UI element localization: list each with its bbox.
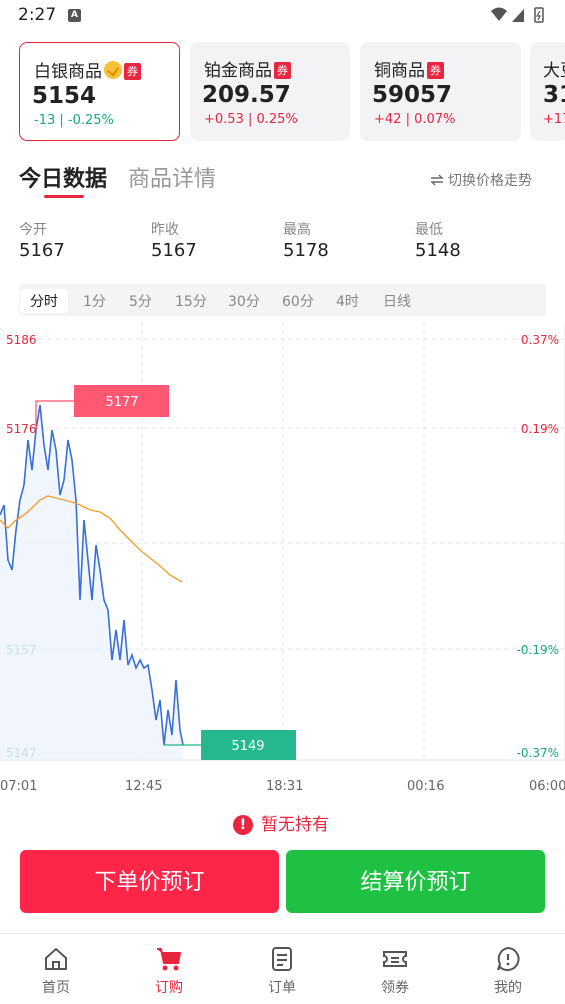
card-name: 铜商品券: [374, 56, 444, 81]
x-tick: 07:01: [0, 779, 38, 794]
nav-profile[interactable]: 我的: [468, 945, 548, 997]
product-card-copper[interactable]: 铜商品券 59057 +42 | 0.07%: [360, 42, 521, 141]
nav-coupons[interactable]: 领券: [355, 945, 435, 997]
status-icons: [491, 7, 544, 23]
switch-trend-label: 切换价格走势: [448, 173, 532, 189]
high-price-marker-label: 5177: [105, 395, 138, 410]
product-card-platinum[interactable]: 铂金商品券 209.57 +0.53 | 0.25%: [190, 42, 350, 141]
stat-open-label: 今开: [19, 222, 47, 238]
no-holdings-text: 暂无持有: [261, 815, 329, 835]
y-tick-right: 0.37%: [521, 333, 559, 347]
card-change: -13 | -0.25%: [34, 113, 114, 128]
app-root: 2:27 A 白银商品券 5154 -13 | -0.25% 铂金商品券 209…: [0, 0, 565, 1004]
x-tick: 12:45: [125, 779, 163, 794]
status-time: 2:27: [18, 5, 57, 25]
nav-divider: [0, 933, 565, 934]
nav-home[interactable]: 首页: [16, 945, 96, 997]
alert-icon: !: [233, 815, 253, 835]
nav-coupons-label: 领券: [381, 980, 409, 996]
card-change: +17: [543, 112, 565, 127]
product-card-silver[interactable]: 白银商品券 5154 -13 | -0.25%: [19, 42, 180, 141]
x-tick: 00:16: [407, 779, 445, 794]
period-tab-4h[interactable]: 4时: [336, 291, 359, 311]
card-name: 大豆: [543, 61, 565, 81]
period-tab-60min[interactable]: 60分: [282, 291, 314, 311]
settlement-price-booking-button[interactable]: 结算价预订: [286, 850, 545, 913]
coupon-badge: 券: [124, 63, 141, 80]
tab-active-indicator: [44, 195, 84, 198]
period-tab-daily[interactable]: 日线: [383, 291, 411, 311]
price-area: [0, 405, 183, 760]
wifi-icon: [491, 7, 507, 21]
medal-icon: [104, 61, 122, 79]
period-tab-timeshare[interactable]: 分时: [20, 289, 68, 313]
tab-today-data[interactable]: 今日数据: [19, 161, 107, 193]
card-name: 铂金商品券: [204, 56, 291, 81]
stat-high-value: 5178: [283, 240, 329, 261]
stat-high-label: 最高: [283, 222, 311, 238]
card-name: 白银商品券: [34, 57, 141, 82]
profile-icon: [497, 946, 520, 971]
no-holdings-notice: ! 暂无持有: [233, 810, 329, 835]
nav-order-purchase[interactable]: 订购: [129, 945, 209, 997]
card-change: +42 | 0.07%: [374, 112, 456, 127]
coupon-icon: [383, 951, 407, 967]
y-tick-right: -0.37%: [517, 746, 559, 760]
y-tick-right: 0.19%: [521, 422, 559, 436]
y-tick-left: 5176: [6, 422, 37, 436]
x-tick: 06:00: [529, 779, 565, 794]
card-price: 31: [543, 82, 565, 108]
card-price: 59057: [372, 82, 453, 108]
nav-orders-label: 订单: [268, 980, 296, 996]
stat-low-label: 最低: [415, 222, 443, 238]
battery-icon: [534, 7, 544, 23]
low-price-marker-label: 5149: [231, 739, 264, 754]
card-price: 209.57: [202, 82, 291, 108]
period-tab-30min[interactable]: 30分: [228, 291, 260, 311]
nav-profile-label: 我的: [494, 980, 522, 996]
period-tab-15min[interactable]: 15分: [175, 291, 207, 311]
signal-icon: [512, 9, 524, 22]
swap-icon: [430, 174, 444, 186]
stat-prev-close-value: 5167: [151, 240, 197, 261]
home-icon: [45, 948, 67, 970]
y-tick-left: 5186: [6, 333, 37, 347]
card-change: +0.53 | 0.25%: [204, 112, 298, 127]
order-icon: [272, 947, 292, 971]
period-tab-5min[interactable]: 5分: [129, 291, 152, 311]
x-tick: 18:31: [266, 779, 304, 794]
cart-icon: [157, 948, 181, 971]
stat-low-value: 5148: [415, 240, 461, 261]
notification-icon: A: [68, 9, 81, 22]
stat-open-value: 5167: [19, 240, 65, 261]
y-tick-right: -0.19%: [517, 643, 559, 657]
card-price: 5154: [32, 83, 97, 109]
product-card-soybean[interactable]: 大豆 31 +17: [530, 42, 565, 141]
switch-trend-button[interactable]: 切换价格走势: [430, 170, 532, 190]
nav-orders[interactable]: 订单: [242, 945, 322, 997]
order-price-booking-button[interactable]: 下单价预订: [20, 850, 279, 913]
nav-order-purchase-label: 订购: [155, 980, 183, 996]
price-chart[interactable]: 5186 5176 5157 5147 0.37% 0.19% -0.19% -…: [0, 322, 565, 802]
coupon-badge: 券: [427, 62, 444, 79]
nav-home-label: 首页: [42, 980, 70, 996]
coupon-badge: 券: [274, 62, 291, 79]
tab-product-detail[interactable]: 商品详情: [128, 161, 216, 193]
period-tab-1min[interactable]: 1分: [83, 291, 106, 311]
stat-prev-close-label: 昨收: [151, 222, 179, 238]
